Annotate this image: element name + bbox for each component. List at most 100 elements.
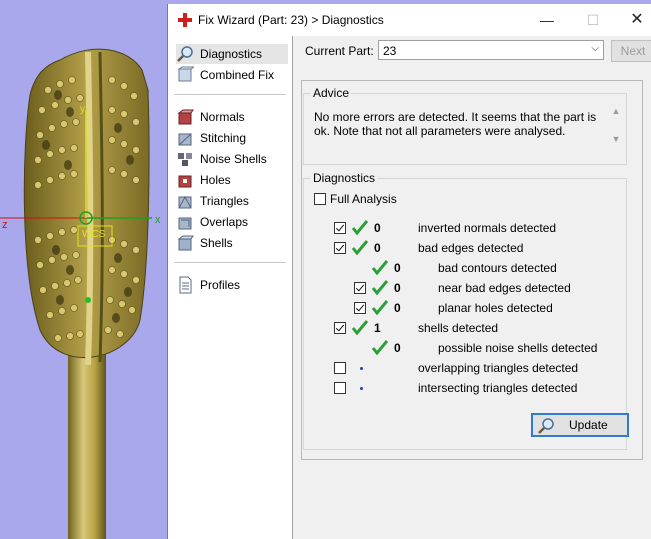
next-button[interactable]: Next	[611, 40, 651, 62]
magnifier-icon	[538, 418, 554, 434]
planar-holes-label: planar holes detected	[438, 301, 553, 315]
nav-item-overlaps[interactable]: Overlaps	[176, 212, 288, 232]
shells-label: shells detected	[418, 321, 499, 335]
nav-item-profiles[interactable]: Profiles	[176, 275, 288, 295]
nav-separator	[174, 94, 286, 95]
check-icon	[371, 300, 389, 316]
close-button[interactable]: ✕	[622, 9, 651, 31]
bad-edges-count: 0	[374, 241, 381, 255]
bad-edges-checkbox[interactable]	[334, 242, 346, 254]
check-icon	[371, 340, 389, 356]
check-icon	[371, 280, 389, 296]
near-bad-edges-label: near bad edges detected	[438, 281, 571, 295]
noise-shells-count: 0	[394, 341, 401, 355]
update-button-label: Update	[569, 418, 608, 432]
normals-icon	[177, 109, 194, 125]
part-model	[0, 48, 152, 539]
shells-checkbox[interactable]	[334, 322, 346, 334]
nav-item-noise-shells[interactable]: Noise Shells	[176, 149, 288, 169]
axis-x-label: x	[155, 214, 161, 226]
pending-dot-icon	[360, 387, 363, 390]
nav-item-label: Normals	[200, 110, 245, 124]
nav-item-label: Combined Fix	[200, 68, 275, 82]
nav-item-holes[interactable]: Holes	[176, 170, 288, 190]
bad-contours-count: 0	[394, 261, 401, 275]
minimize-button[interactable]: —	[532, 9, 562, 31]
diagnostics-panel: Current Part: 23 ⌵ Next Advice No more e…	[293, 36, 651, 539]
fix-wizard-window: Fix Wizard (Part: 23) > Diagnostics — ☐ …	[167, 4, 651, 539]
overlapping-triangles-label: overlapping triangles detected	[418, 361, 579, 375]
wizard-nav: Diagnostics Combined Fix Normals Stitchi…	[168, 36, 293, 539]
close-icon: ✕	[630, 11, 644, 28]
scroll-track	[610, 116, 622, 134]
noise-shells-label: possible noise shells detected	[438, 341, 598, 355]
chevron-down-icon: ⌵	[591, 43, 599, 54]
current-part-select[interactable]: 23 ⌵	[378, 40, 604, 60]
near-bad-edges-checkbox[interactable]	[354, 282, 366, 294]
overlapping-triangles-checkbox[interactable]	[334, 362, 346, 374]
nav-item-label: Triangles	[200, 194, 249, 208]
overlaps-icon	[178, 217, 192, 230]
intersecting-triangles-checkbox[interactable]	[334, 382, 346, 394]
nav-item-diagnostics[interactable]: Diagnostics	[176, 44, 288, 64]
bad-edges-label: bad edges detected	[418, 241, 524, 255]
nav-item-label: Profiles	[200, 278, 241, 292]
planar-holes-checkbox[interactable]	[354, 302, 366, 314]
inverted-normals-label: inverted normals detected	[418, 221, 557, 235]
diagnostics-group: Diagnostics Full Analysis 0 inverted nor…	[303, 171, 627, 450]
nav-item-stitching[interactable]: Stitching	[176, 128, 288, 148]
advice-title: Advice	[311, 86, 352, 100]
current-part-label: Current Part:	[305, 44, 374, 58]
update-button[interactable]: Update	[531, 413, 629, 437]
current-part-value: 23	[383, 44, 397, 58]
profiles-icon	[179, 276, 192, 294]
maximize-button[interactable]: ☐	[578, 9, 608, 31]
check-icon	[371, 260, 389, 276]
check-icon	[351, 240, 369, 256]
nav-item-label: Overlaps	[200, 215, 249, 229]
nav-item-label: Noise Shells	[200, 152, 267, 166]
nav-item-normals[interactable]: Normals	[176, 107, 288, 127]
shells-icon	[177, 235, 194, 251]
noise-shells-icon	[178, 153, 192, 166]
axis-z-label: z	[2, 219, 8, 231]
triangles-icon	[178, 195, 192, 209]
pending-dot-icon	[360, 367, 363, 370]
nav-item-triangles[interactable]: Triangles	[176, 191, 288, 211]
holes-icon	[178, 175, 192, 188]
advice-text: No more errors are detected. It seems th…	[314, 110, 597, 138]
window-title: Fix Wizard (Part: 23) > Diagnostics	[198, 13, 384, 27]
3d-viewport[interactable]: z x y WCS	[0, 0, 168, 539]
advice-scrollbar[interactable]: ▲ ▼	[610, 106, 622, 150]
bad-contours-label: bad contours detected	[438, 261, 557, 275]
maximize-icon: ☐	[586, 12, 600, 28]
stitching-icon	[178, 133, 192, 146]
inverted-normals-checkbox[interactable]	[334, 222, 346, 234]
nav-separator	[174, 262, 286, 263]
full-analysis-checkbox[interactable]	[314, 193, 326, 205]
nav-item-label: Stitching	[200, 131, 247, 145]
title-bar[interactable]: Fix Wizard (Part: 23) > Diagnostics — ☐ …	[168, 4, 651, 36]
wcs-label: WCS	[82, 229, 106, 240]
full-analysis-label: Full Analysis	[330, 192, 397, 206]
check-icon	[351, 320, 369, 336]
combined-fix-icon	[177, 66, 194, 82]
inverted-normals-count: 0	[374, 221, 381, 235]
nav-item-shells[interactable]: Shells	[176, 233, 288, 253]
check-icon	[351, 220, 369, 236]
near-bad-edges-count: 0	[394, 281, 401, 295]
magnifier-icon	[177, 46, 193, 62]
nav-item-label: Diagnostics	[200, 47, 263, 61]
axis-y-label: y	[80, 104, 85, 115]
diagnostics-title: Diagnostics	[311, 171, 378, 185]
advice-group: Advice No more errors are detected. It s…	[303, 86, 627, 165]
scroll-up-icon[interactable]: ▲	[610, 106, 622, 116]
shells-count: 1	[374, 321, 381, 335]
intersecting-triangles-label: intersecting triangles detected	[418, 381, 578, 395]
scroll-down-icon[interactable]: ▼	[610, 134, 622, 144]
red-cross-icon	[178, 13, 192, 27]
minimize-icon: —	[540, 12, 554, 28]
planar-holes-count: 0	[394, 301, 401, 315]
nav-item-label: Holes	[200, 173, 231, 187]
nav-item-combined-fix[interactable]: Combined Fix	[176, 65, 288, 85]
